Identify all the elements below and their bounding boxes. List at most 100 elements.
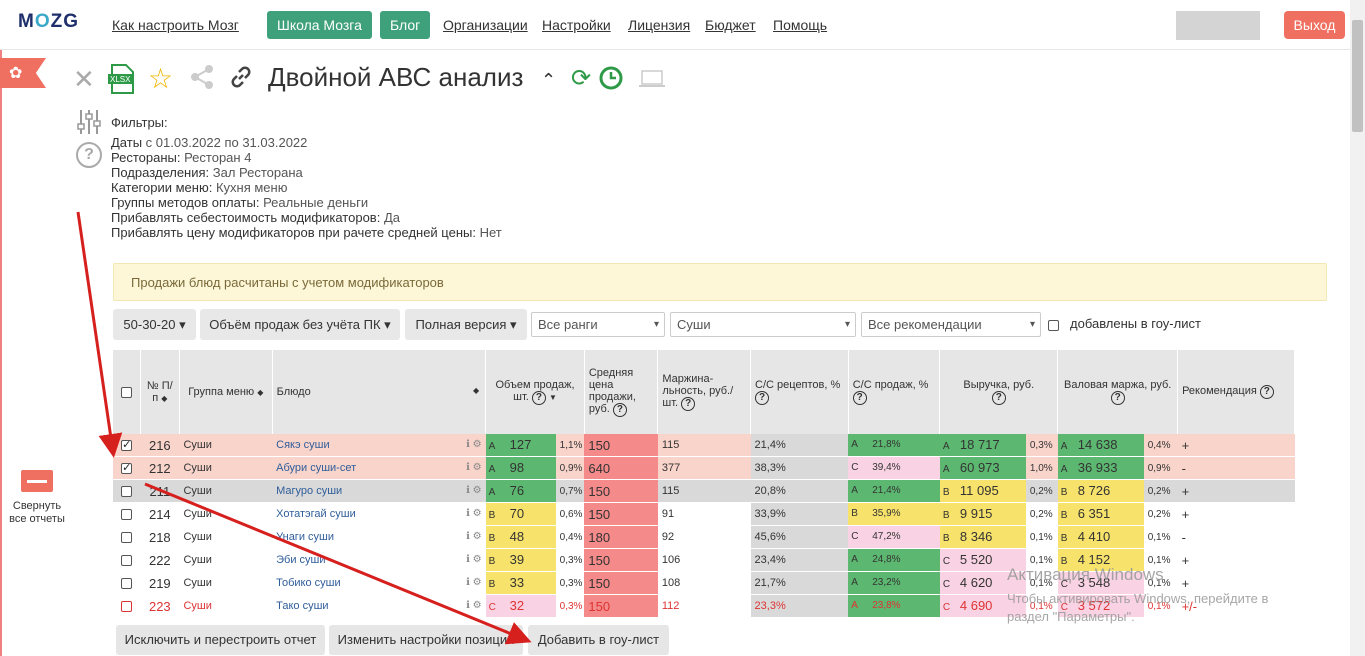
row-checkbox[interactable] xyxy=(113,525,141,549)
row-checkbox[interactable] xyxy=(113,594,141,618)
cell-group: Суши xyxy=(179,571,273,595)
laptop-icon[interactable] xyxy=(638,68,666,96)
school-button[interactable]: Школа Мозга xyxy=(267,11,372,39)
add-to-golist-button[interactable]: Добавить в гоу-лист xyxy=(528,625,669,655)
share-icon[interactable] xyxy=(189,64,215,97)
cell-cost-sales: A 21,8% xyxy=(848,434,940,457)
exclude-rebuild-button[interactable]: Исключить и перестроить отчет xyxy=(116,625,325,655)
filters-sliders-icon[interactable] xyxy=(75,108,103,141)
row-checkbox[interactable] xyxy=(113,571,141,595)
table-row[interactable]: 212 Суши Абури суши-сет ℹ ⚙ A 98 0,9% 640 377 38,… xyxy=(113,456,1295,480)
row-number: 211 xyxy=(149,483,171,499)
cell-dish[interactable]: Абури суши-сет ℹ ⚙ xyxy=(272,456,486,480)
golist-checkbox[interactable] xyxy=(1048,317,1059,335)
xlsx-icon[interactable]: XLSX xyxy=(108,64,136,101)
nav-organizations[interactable]: Организации xyxy=(443,17,528,33)
help-icon[interactable]: ? xyxy=(76,142,102,168)
volume-mode-dropdown[interactable]: Объём продаж без учёта ПК ▾ xyxy=(200,309,400,340)
ratio-dropdown[interactable]: 50-30-20 ▾ xyxy=(113,309,196,340)
filter-value: Да xyxy=(380,210,400,225)
table-row[interactable]: 214 Суши Хотатэгай суши ℹ ⚙ B 70 0,6% 150 91 33,9… xyxy=(113,502,1295,526)
cell-dish[interactable]: Тобико суши ℹ ⚙ xyxy=(272,571,486,595)
nav-help[interactable]: Помощь xyxy=(773,17,827,33)
filter-row: Рестораны: Ресторан 4 xyxy=(111,150,502,165)
version-dropdown[interactable]: Полная версия ▾ xyxy=(405,309,527,340)
margin-value: 115 xyxy=(661,439,680,451)
golist-checkbox-label[interactable]: добавлены в гоу-лист xyxy=(1070,316,1201,331)
cell-dish[interactable]: Эби суши ℹ ⚙ xyxy=(272,548,486,572)
info-puzzle-icons[interactable]: ℹ ⚙ xyxy=(466,577,482,588)
row-checkbox[interactable] xyxy=(113,502,141,526)
category-select[interactable]: Суши xyxy=(670,312,856,337)
table-row[interactable]: 218 Суши Унаги суши ℹ ⚙ B 48 0,4% 180 92 45,6% C 47… xyxy=(113,525,1295,549)
menu-group: Суши xyxy=(183,554,212,566)
gross-margin-rank: B xyxy=(1060,533,1068,544)
windows-activation-hint: Чтобы активировать Windows, перейдите вр… xyxy=(1007,591,1269,624)
header-num[interactable]: № П/п ◆ xyxy=(140,350,180,434)
header-recommendation[interactable]: Рекомендация ? xyxy=(1177,350,1295,434)
nav-budget[interactable]: Бюджет xyxy=(705,17,756,33)
header-group[interactable]: Группа меню ◆ xyxy=(179,350,273,434)
info-puzzle-icons[interactable]: ℹ ⚙ xyxy=(466,485,482,496)
clock-icon[interactable] xyxy=(599,66,623,97)
cell-dish[interactable]: Тако суши ℹ ⚙ xyxy=(272,594,486,618)
header-select-all[interactable] xyxy=(113,350,141,434)
nav-license[interactable]: Лицензия xyxy=(628,17,690,33)
scrollbar-thumb[interactable] xyxy=(1352,20,1363,132)
row-checkbox[interactable] xyxy=(113,434,141,457)
collapse-all-label[interactable]: Свернуть все отчеты xyxy=(5,500,69,526)
nav-settings[interactable]: Настройки xyxy=(542,17,611,33)
cell-number: 219 xyxy=(140,571,180,595)
gross-margin-value: 14 638 xyxy=(1077,437,1118,452)
cell-cost-sales: A 21,4% xyxy=(848,479,940,503)
star-icon[interactable]: ☆ xyxy=(148,62,173,95)
cell-dish[interactable]: Магуро суши ℹ ⚙ xyxy=(272,479,486,503)
header-revenue[interactable]: Выручка, руб.? xyxy=(939,350,1059,434)
brain-tab[interactable]: ✿ xyxy=(0,58,46,88)
filter-key: Категории меню: xyxy=(111,180,213,195)
cell-cost-sales: A 24,8% xyxy=(848,548,940,572)
chevron-up-icon[interactable]: ⌃ xyxy=(541,70,556,91)
info-puzzle-icons[interactable]: ℹ ⚙ xyxy=(466,439,482,450)
mozg-logo[interactable]: MOZG xyxy=(18,11,79,33)
info-puzzle-icons[interactable]: ℹ ⚙ xyxy=(466,531,482,542)
row-checkbox[interactable] xyxy=(113,548,141,572)
header-avg-price[interactable]: Средняя цена продажи, руб. ? xyxy=(584,350,659,434)
cell-dish[interactable]: Унаги суши ℹ ⚙ xyxy=(272,525,486,549)
blog-button[interactable]: Блог xyxy=(380,11,431,39)
nav-how-to-setup[interactable]: Как настроить Мозг xyxy=(112,17,239,33)
cost-sales-rank: A xyxy=(851,439,858,450)
cell-dish[interactable]: Сякэ суши ℹ ⚙ xyxy=(272,434,486,457)
rank-select[interactable]: Все ранги xyxy=(531,312,665,337)
collapse-all-button[interactable] xyxy=(21,470,53,492)
close-icon[interactable]: ✕ xyxy=(73,64,95,95)
table-row[interactable]: 211 Суши Магуро суши ℹ ⚙ A 76 0,7% 150 115 20,8% A… xyxy=(113,479,1295,503)
link-icon[interactable] xyxy=(228,64,254,97)
recommendation: + xyxy=(1181,575,1190,591)
recommendation-select[interactable]: Все рекомендации xyxy=(861,312,1041,337)
header-dish[interactable]: Блюдо ◆ xyxy=(272,350,487,434)
cell-number: 214 xyxy=(140,502,180,526)
volume-rank: C xyxy=(488,602,496,613)
edit-positions-button[interactable]: Изменить настройки позиций xyxy=(329,625,523,655)
header-margin[interactable]: Маржина- льность, руб./шт. ? xyxy=(657,350,752,434)
header-gross-margin[interactable]: Валовая маржа, руб.? xyxy=(1057,350,1179,434)
revenue-share: 0,2% xyxy=(1029,485,1053,497)
header-volume[interactable]: Объем продаж, шт. ? ▼ xyxy=(485,350,585,434)
info-puzzle-icons[interactable]: ℹ ⚙ xyxy=(466,554,482,565)
dish-link: Хотатэгай суши xyxy=(276,508,356,520)
header-cost-sales[interactable]: С/С продаж, %? xyxy=(848,350,941,434)
table-row[interactable]: 216 Суши Сякэ суши ℹ ⚙ A 127 1,1% 150 115 21,4% A 2… xyxy=(113,434,1295,457)
dish-link: Эби суши xyxy=(276,554,326,566)
info-puzzle-icons[interactable]: ℹ ⚙ xyxy=(466,462,482,473)
cell-dish[interactable]: Хотатэгай суши ℹ ⚙ xyxy=(272,502,486,526)
info-puzzle-icons[interactable]: ℹ ⚙ xyxy=(466,508,482,519)
info-puzzle-icons[interactable]: ℹ ⚙ xyxy=(466,600,482,611)
cell-volume: A 127 1,1% xyxy=(485,434,585,457)
logout-button[interactable]: Выход xyxy=(1284,11,1345,39)
row-checkbox[interactable] xyxy=(113,456,141,480)
row-checkbox[interactable] xyxy=(113,479,141,503)
cell-number: 222 xyxy=(140,548,180,572)
refresh-icon[interactable]: ⟳ xyxy=(571,64,591,93)
header-cost-recipes[interactable]: С/С рецептов, %? xyxy=(750,350,849,434)
